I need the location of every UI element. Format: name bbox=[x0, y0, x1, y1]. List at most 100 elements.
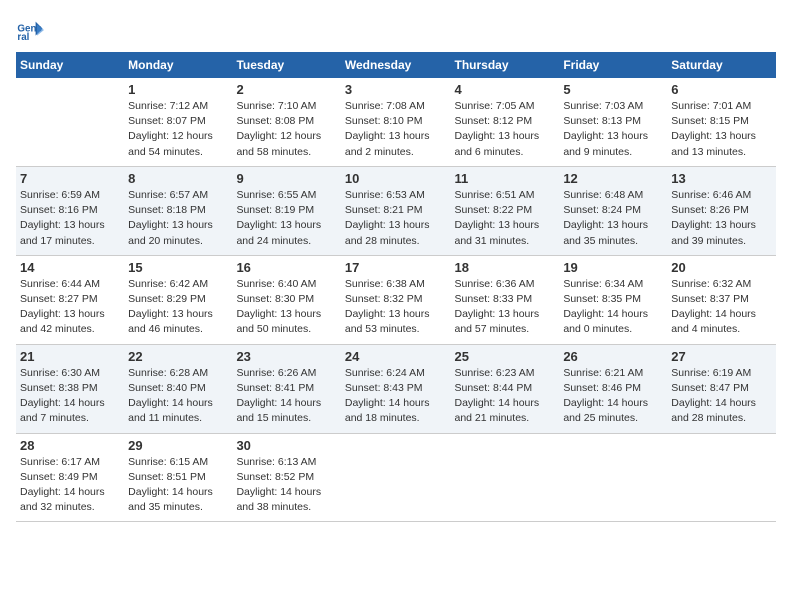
calendar-cell: 26 Sunrise: 6:21 AM Sunset: 8:46 PM Dayli… bbox=[559, 344, 667, 433]
calendar-cell: 6Sunrise: 7:01 AM Sunset: 8:15 PM Daylig… bbox=[667, 78, 776, 166]
calendar-cell: 1 Sunrise: 7:12 AM Sunset: 8:07 PM Daylig… bbox=[124, 78, 232, 166]
day-info: Sunrise: 7:08 AM Sunset: 8:10 PM Dayligh… bbox=[345, 99, 447, 160]
week-row: 1 Sunrise: 7:12 AM Sunset: 8:07 PM Daylig… bbox=[16, 78, 776, 166]
day-info: Sunrise: 7:12 AM Sunset: 8:07 PM Dayligh… bbox=[128, 99, 228, 160]
logo-icon: Gene ral bbox=[16, 16, 44, 44]
calendar-cell: 22 Sunrise: 6:28 AM Sunset: 8:40 PM Dayli… bbox=[124, 344, 232, 433]
calendar-cell bbox=[667, 433, 776, 522]
day-info: Sunrise: 6:19 AM Sunset: 8:47 PM Dayligh… bbox=[671, 366, 772, 427]
day-number: 1 bbox=[128, 82, 228, 97]
day-info: Sunrise: 6:23 AM Sunset: 8:44 PM Dayligh… bbox=[454, 366, 555, 427]
day-number: 19 bbox=[563, 260, 663, 275]
day-info: Sunrise: 6:42 AM Sunset: 8:29 PM Dayligh… bbox=[128, 277, 228, 338]
day-info: Sunrise: 6:53 AM Sunset: 8:21 PM Dayligh… bbox=[345, 188, 447, 249]
day-number: 26 bbox=[563, 349, 663, 364]
calendar-cell: 2 Sunrise: 7:10 AM Sunset: 8:08 PM Daylig… bbox=[232, 78, 340, 166]
calendar-cell: 9Sunrise: 6:55 AM Sunset: 8:19 PM Daylig… bbox=[232, 166, 340, 255]
day-number: 5 bbox=[563, 82, 663, 97]
calendar-header: SundayMondayTuesdayWednesdayThursdayFrid… bbox=[16, 52, 776, 78]
day-info: Sunrise: 6:32 AM Sunset: 8:37 PM Dayligh… bbox=[671, 277, 772, 338]
calendar-cell: 20 Sunrise: 6:32 AM Sunset: 8:37 PM Dayli… bbox=[667, 255, 776, 344]
day-number: 7 bbox=[20, 171, 120, 186]
day-number: 11 bbox=[454, 171, 555, 186]
day-info: Sunrise: 7:03 AM Sunset: 8:13 PM Dayligh… bbox=[563, 99, 663, 160]
logo: Gene ral bbox=[16, 16, 48, 44]
day-number: 22 bbox=[128, 349, 228, 364]
day-info: Sunrise: 6:15 AM Sunset: 8:51 PM Dayligh… bbox=[128, 455, 228, 516]
day-number: 14 bbox=[20, 260, 120, 275]
weekday-header: Tuesday bbox=[232, 52, 340, 78]
weekday-row: SundayMondayTuesdayWednesdayThursdayFrid… bbox=[16, 52, 776, 78]
day-number: 24 bbox=[345, 349, 447, 364]
weekday-header: Saturday bbox=[667, 52, 776, 78]
day-info: Sunrise: 6:30 AM Sunset: 8:38 PM Dayligh… bbox=[20, 366, 120, 427]
calendar-cell: 28Sunrise: 6:17 AM Sunset: 8:49 PM Dayli… bbox=[16, 433, 124, 522]
day-number: 30 bbox=[236, 438, 336, 453]
day-number: 3 bbox=[345, 82, 447, 97]
day-number: 10 bbox=[345, 171, 447, 186]
calendar-cell: 23 Sunrise: 6:26 AM Sunset: 8:41 PM Dayli… bbox=[232, 344, 340, 433]
calendar-cell: 17 Sunrise: 6:38 AM Sunset: 8:32 PM Dayli… bbox=[341, 255, 451, 344]
day-number: 2 bbox=[236, 82, 336, 97]
calendar-body: 1 Sunrise: 7:12 AM Sunset: 8:07 PM Daylig… bbox=[16, 78, 776, 522]
calendar-cell: 11 Sunrise: 6:51 AM Sunset: 8:22 PM Dayli… bbox=[450, 166, 559, 255]
day-info: Sunrise: 6:38 AM Sunset: 8:32 PM Dayligh… bbox=[345, 277, 447, 338]
day-number: 20 bbox=[671, 260, 772, 275]
week-row: 21 Sunrise: 6:30 AM Sunset: 8:38 PM Dayli… bbox=[16, 344, 776, 433]
day-info: Sunrise: 6:44 AM Sunset: 8:27 PM Dayligh… bbox=[20, 277, 120, 338]
weekday-header: Sunday bbox=[16, 52, 124, 78]
day-info: Sunrise: 6:40 AM Sunset: 8:30 PM Dayligh… bbox=[236, 277, 336, 338]
calendar-cell: 15 Sunrise: 6:42 AM Sunset: 8:29 PM Dayli… bbox=[124, 255, 232, 344]
day-number: 28 bbox=[20, 438, 120, 453]
day-number: 29 bbox=[128, 438, 228, 453]
day-info: Sunrise: 6:28 AM Sunset: 8:40 PM Dayligh… bbox=[128, 366, 228, 427]
calendar-cell: 18Sunrise: 6:36 AM Sunset: 8:33 PM Dayli… bbox=[450, 255, 559, 344]
calendar-cell: 12Sunrise: 6:48 AM Sunset: 8:24 PM Dayli… bbox=[559, 166, 667, 255]
day-info: Sunrise: 7:01 AM Sunset: 8:15 PM Dayligh… bbox=[671, 99, 772, 160]
calendar-cell: 14 Sunrise: 6:44 AM Sunset: 8:27 PM Dayli… bbox=[16, 255, 124, 344]
calendar-cell: 24Sunrise: 6:24 AM Sunset: 8:43 PM Dayli… bbox=[341, 344, 451, 433]
day-info: Sunrise: 7:05 AM Sunset: 8:12 PM Dayligh… bbox=[454, 99, 555, 160]
day-number: 21 bbox=[20, 349, 120, 364]
day-info: Sunrise: 6:46 AM Sunset: 8:26 PM Dayligh… bbox=[671, 188, 772, 249]
svg-text:ral: ral bbox=[17, 32, 29, 43]
calendar-cell bbox=[559, 433, 667, 522]
day-info: Sunrise: 6:57 AM Sunset: 8:18 PM Dayligh… bbox=[128, 188, 228, 249]
day-number: 16 bbox=[236, 260, 336, 275]
calendar-cell: 29 Sunrise: 6:15 AM Sunset: 8:51 PM Dayli… bbox=[124, 433, 232, 522]
calendar-cell bbox=[16, 78, 124, 166]
calendar-cell: 3 Sunrise: 7:08 AM Sunset: 8:10 PM Daylig… bbox=[341, 78, 451, 166]
day-info: Sunrise: 6:26 AM Sunset: 8:41 PM Dayligh… bbox=[236, 366, 336, 427]
calendar-cell: 8 Sunrise: 6:57 AM Sunset: 8:18 PM Daylig… bbox=[124, 166, 232, 255]
day-info: Sunrise: 6:13 AM Sunset: 8:52 PM Dayligh… bbox=[236, 455, 336, 516]
calendar-cell: 19 Sunrise: 6:34 AM Sunset: 8:35 PM Dayli… bbox=[559, 255, 667, 344]
day-number: 17 bbox=[345, 260, 447, 275]
calendar-cell: 21 Sunrise: 6:30 AM Sunset: 8:38 PM Dayli… bbox=[16, 344, 124, 433]
calendar-cell bbox=[450, 433, 559, 522]
calendar-cell: 4 Sunrise: 7:05 AM Sunset: 8:12 PM Daylig… bbox=[450, 78, 559, 166]
calendar-cell: 16 Sunrise: 6:40 AM Sunset: 8:30 PM Dayli… bbox=[232, 255, 340, 344]
day-number: 4 bbox=[454, 82, 555, 97]
week-row: 14 Sunrise: 6:44 AM Sunset: 8:27 PM Dayli… bbox=[16, 255, 776, 344]
weekday-header: Friday bbox=[559, 52, 667, 78]
day-info: Sunrise: 6:36 AM Sunset: 8:33 PM Dayligh… bbox=[454, 277, 555, 338]
week-row: 7Sunrise: 6:59 AM Sunset: 8:16 PM Daylig… bbox=[16, 166, 776, 255]
day-number: 23 bbox=[236, 349, 336, 364]
day-info: Sunrise: 6:34 AM Sunset: 8:35 PM Dayligh… bbox=[563, 277, 663, 338]
calendar-cell bbox=[341, 433, 451, 522]
day-number: 13 bbox=[671, 171, 772, 186]
calendar-cell: 10 Sunrise: 6:53 AM Sunset: 8:21 PM Dayli… bbox=[341, 166, 451, 255]
calendar-cell: 7Sunrise: 6:59 AM Sunset: 8:16 PM Daylig… bbox=[16, 166, 124, 255]
day-number: 27 bbox=[671, 349, 772, 364]
day-number: 15 bbox=[128, 260, 228, 275]
weekday-header: Thursday bbox=[450, 52, 559, 78]
day-info: Sunrise: 7:10 AM Sunset: 8:08 PM Dayligh… bbox=[236, 99, 336, 160]
weekday-header: Monday bbox=[124, 52, 232, 78]
calendar-cell: 13 Sunrise: 6:46 AM Sunset: 8:26 PM Dayli… bbox=[667, 166, 776, 255]
calendar-cell: 25 Sunrise: 6:23 AM Sunset: 8:44 PM Dayli… bbox=[450, 344, 559, 433]
weekday-header: Wednesday bbox=[341, 52, 451, 78]
day-number: 25 bbox=[454, 349, 555, 364]
day-info: Sunrise: 6:51 AM Sunset: 8:22 PM Dayligh… bbox=[454, 188, 555, 249]
day-number: 8 bbox=[128, 171, 228, 186]
day-info: Sunrise: 6:21 AM Sunset: 8:46 PM Dayligh… bbox=[563, 366, 663, 427]
